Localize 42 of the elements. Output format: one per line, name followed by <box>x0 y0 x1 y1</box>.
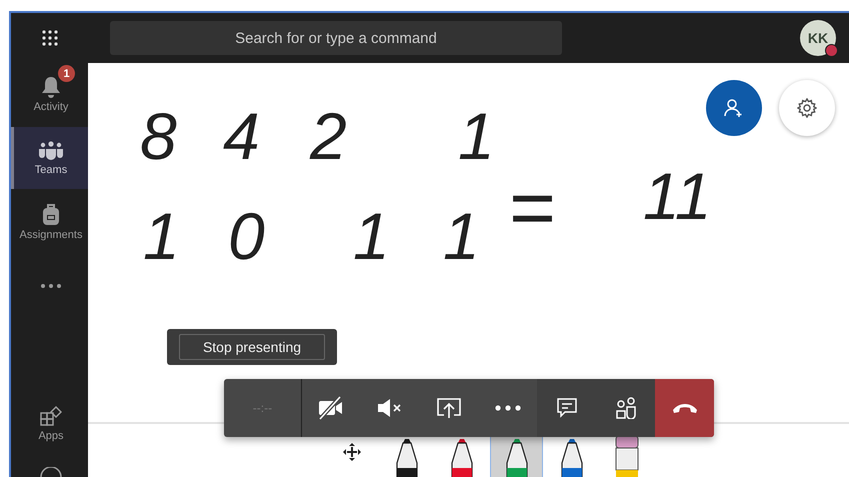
participants-icon <box>614 397 637 419</box>
camera-button[interactable] <box>302 379 361 437</box>
bell-icon <box>41 76 61 98</box>
handwritten-ink: 1 <box>353 203 390 269</box>
hang-up-icon <box>672 402 698 414</box>
camera-off-icon <box>318 396 344 420</box>
sidebar-item[interactable]: Activity 1 <box>11 63 88 125</box>
user-avatar[interactable]: KK <box>800 20 836 56</box>
chat-button[interactable] <box>537 379 596 437</box>
handwritten-ink: 4 <box>223 103 260 169</box>
handwritten-ink: 1 <box>458 103 495 169</box>
hang-up-button[interactable] <box>655 379 714 437</box>
highlighter-icon <box>614 435 640 477</box>
search-field[interactable]: Search for or type a command <box>110 21 562 55</box>
share-screen-icon <box>436 397 462 419</box>
stop-presenting-button[interactable]: Stop presenting <box>179 334 325 360</box>
app-launcher-icon[interactable] <box>40 29 58 47</box>
more-icon <box>494 405 521 411</box>
move-icon <box>342 443 360 461</box>
handwritten-ink: 1 <box>143 203 180 269</box>
sidebar-item[interactable]: Teams <box>11 127 88 189</box>
settings-button[interactable] <box>779 80 835 136</box>
backpack-icon <box>42 204 60 226</box>
handwritten-ink: 2 <box>310 103 347 169</box>
pen-tool[interactable] <box>490 437 543 477</box>
people-group-icon <box>39 140 63 160</box>
add-person-icon <box>724 98 744 118</box>
participants-button[interactable] <box>596 379 656 437</box>
notification-badge: 1 <box>58 65 75 82</box>
apps-icon <box>40 404 62 426</box>
speaker-muted-icon <box>377 398 404 418</box>
handwritten-ink: 1 <box>443 203 480 269</box>
sidebar-item[interactable]: Assignments <box>11 191 88 253</box>
sidebar-item[interactable]: Apps <box>11 395 88 451</box>
handwritten-ink: 11 <box>643 163 712 229</box>
handwritten-ink: 0 <box>228 203 265 269</box>
handwritten-ink: 8 <box>140 103 177 169</box>
chat-icon <box>556 397 578 419</box>
more-icon[interactable] <box>40 283 62 289</box>
handwritten-ink: = <box>508 168 555 248</box>
help-icon[interactable] <box>40 467 62 477</box>
settings-icon <box>797 98 817 118</box>
